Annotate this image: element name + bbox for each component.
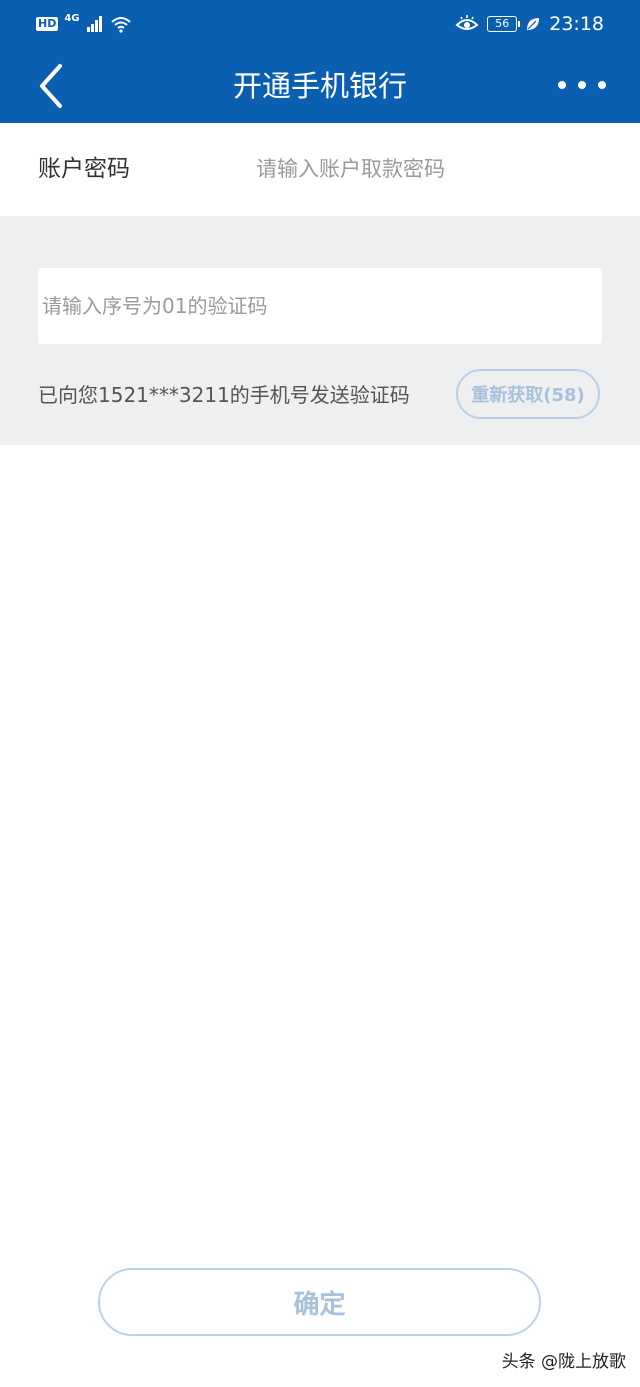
- header: HD 4G 56 23:18 开通手机银行: [0, 0, 640, 123]
- status-left: HD 4G: [36, 12, 132, 36]
- battery-level: 56: [495, 17, 510, 30]
- clock: 23:18: [549, 13, 604, 35]
- resend-code-button[interactable]: 重新获取(58): [456, 369, 600, 419]
- confirm-button[interactable]: 确定: [98, 1268, 541, 1336]
- leaf-icon: [527, 18, 540, 30]
- more-dot: [558, 81, 566, 89]
- hd-badge: HD: [36, 17, 59, 31]
- page-title: 开通手机银行: [232, 69, 407, 103]
- more-dot: [598, 81, 606, 89]
- password-input[interactable]: [256, 149, 616, 189]
- verification-code-input[interactable]: [38, 268, 602, 344]
- sms-sent-message: 已向您1521***3211的手机号发送验证码: [38, 383, 410, 407]
- watermark: 头条 @陇上放歌: [501, 1352, 626, 1372]
- signal-icon: [86, 16, 102, 32]
- more-dot: [578, 81, 586, 89]
- wifi-icon: [110, 17, 131, 33]
- nav-bar: 开通手机银行: [0, 48, 640, 123]
- network-type: 4G: [64, 13, 80, 24]
- battery-icon: 56: [487, 16, 521, 32]
- verification-section: 已向您1521***3211的手机号发送验证码 重新获取(58): [0, 216, 640, 445]
- more-options-icon[interactable]: [558, 72, 606, 98]
- eye-icon: [455, 15, 479, 30]
- status-right: 56 23:18: [455, 10, 604, 38]
- password-label: 账户密码: [38, 156, 130, 182]
- password-row: 账户密码: [0, 123, 640, 216]
- status-bar: HD 4G 56 23:18: [0, 0, 640, 48]
